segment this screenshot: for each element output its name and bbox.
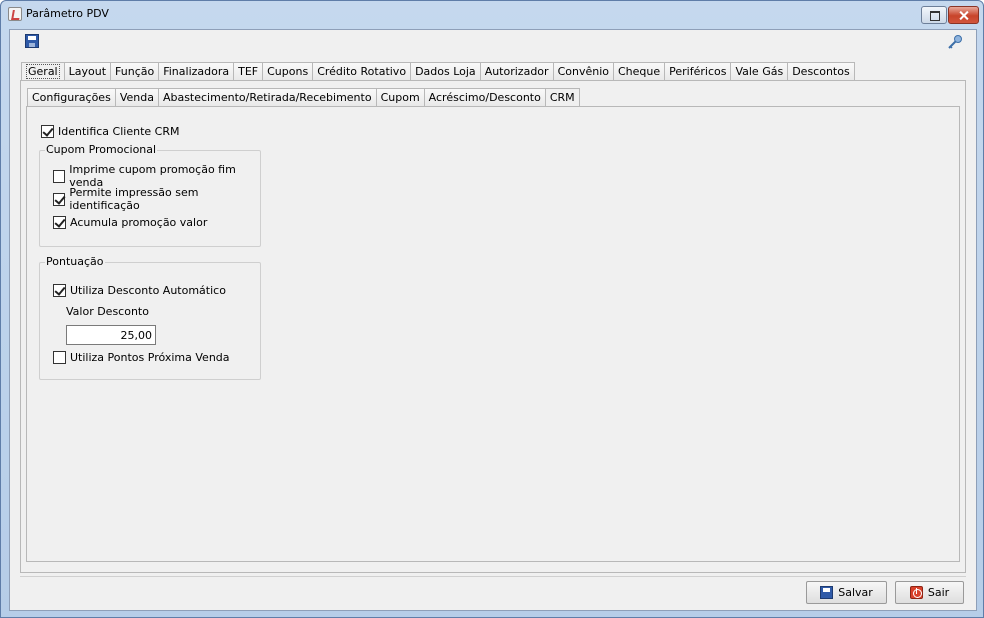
- geral-panel: Configurações Venda Abastecimento/Retira…: [20, 80, 966, 573]
- checkbox-box[interactable]: [53, 169, 66, 183]
- permite-impressao-checkbox[interactable]: Permite impressão sem identificação: [53, 186, 260, 212]
- tab-descontos[interactable]: Descontos: [788, 62, 855, 81]
- tab-venda[interactable]: Venda: [115, 88, 159, 107]
- restore-button[interactable]: [921, 6, 947, 24]
- identifica-cliente-crm-checkbox[interactable]: Identifica Cliente CRM: [41, 123, 179, 139]
- utiliza-desconto-checkbox[interactable]: Utiliza Desconto Automático: [53, 282, 226, 298]
- checkbox-label: Utiliza Pontos Próxima Venda: [70, 350, 230, 364]
- tab-perifericos[interactable]: Periféricos: [665, 62, 732, 81]
- checkbox-box[interactable]: [41, 124, 54, 138]
- tab-finalizadora[interactable]: Finalizadora: [159, 62, 235, 81]
- tab-abastecimento[interactable]: Abastecimento/Retirada/Recebimento: [158, 88, 377, 107]
- checkbox-label: Identifica Cliente CRM: [58, 124, 180, 138]
- tab-cupom[interactable]: Cupom: [376, 88, 425, 107]
- checkbox-box[interactable]: [53, 283, 66, 297]
- sub-tab-strip: Configurações Venda Abastecimento/Retira…: [27, 88, 580, 107]
- group-title: Pontuação: [45, 255, 105, 268]
- group-title: Cupom Promocional: [45, 143, 158, 156]
- main-tab-strip: Geral Layout Função Finalizadora TEF Cup…: [21, 62, 855, 81]
- client-area: Geral Layout Função Finalizadora TEF Cup…: [9, 29, 977, 611]
- tab-tef[interactable]: TEF: [234, 62, 264, 81]
- tab-cupons[interactable]: Cupons: [263, 62, 314, 81]
- tab-geral[interactable]: Geral: [21, 62, 65, 81]
- crm-panel: Identifica Cliente CRM Cupom Promocional…: [26, 106, 960, 562]
- footer-bar: Salvar Sair: [20, 576, 966, 606]
- tab-convenio[interactable]: Convênio: [553, 62, 614, 81]
- key-icon[interactable]: [947, 34, 963, 50]
- cupom-promocional-group: Cupom Promocional Imprime cupom promoção…: [39, 143, 261, 247]
- exit-button-label: Sair: [927, 586, 950, 599]
- checkbox-box[interactable]: [53, 215, 66, 229]
- java-app-icon: [8, 7, 22, 21]
- tab-cheque[interactable]: Cheque: [613, 62, 666, 81]
- title-bar: Parâmetro PDV: [1, 1, 983, 29]
- checkbox-label: Permite impressão sem identificação: [69, 186, 199, 212]
- valor-desconto-input[interactable]: [66, 325, 156, 345]
- acumula-promocao-checkbox[interactable]: Acumula promoção valor: [53, 214, 207, 230]
- tab-layout[interactable]: Layout: [64, 62, 112, 81]
- window-title: Parâmetro PDV: [26, 7, 109, 20]
- tab-autorizador[interactable]: Autorizador: [480, 62, 554, 81]
- checkbox-box[interactable]: [53, 350, 66, 364]
- exit-button[interactable]: Sair: [895, 581, 964, 604]
- tab-dados-loja[interactable]: Dados Loja: [411, 62, 481, 81]
- checkbox-label: Utiliza Desconto Automático: [70, 283, 226, 297]
- close-button[interactable]: [948, 6, 979, 24]
- utiliza-pontos-checkbox[interactable]: Utiliza Pontos Próxima Venda: [53, 349, 230, 365]
- save-button-label: Salvar: [838, 586, 873, 599]
- power-icon: [909, 586, 923, 599]
- tab-funcao[interactable]: Função: [111, 62, 160, 81]
- floppy-disk-icon[interactable]: [25, 34, 39, 48]
- tab-vale-gas[interactable]: Vale Gás: [731, 62, 789, 81]
- tab-credito-rotativo[interactable]: Crédito Rotativo: [313, 62, 412, 81]
- tab-crm[interactable]: CRM: [545, 88, 580, 107]
- app-window: Parâmetro PDV Geral Layout Função Finali…: [0, 0, 984, 618]
- tab-acrescimo-desconto[interactable]: Acréscimo/Desconto: [424, 88, 546, 107]
- valor-desconto-label: Valor Desconto: [66, 305, 149, 318]
- tab-configuracoes[interactable]: Configurações: [27, 88, 116, 107]
- checkbox-label: Acumula promoção valor: [70, 215, 208, 229]
- pontuacao-group: Pontuação Utiliza Desconto Automático Va…: [39, 255, 261, 380]
- floppy-disk-icon: [820, 586, 834, 599]
- imprime-cupom-checkbox[interactable]: Imprime cupom promoção fim venda: [53, 163, 260, 189]
- save-button[interactable]: Salvar: [806, 581, 887, 604]
- checkbox-box[interactable]: [53, 192, 66, 206]
- tab-label: Geral: [26, 64, 60, 79]
